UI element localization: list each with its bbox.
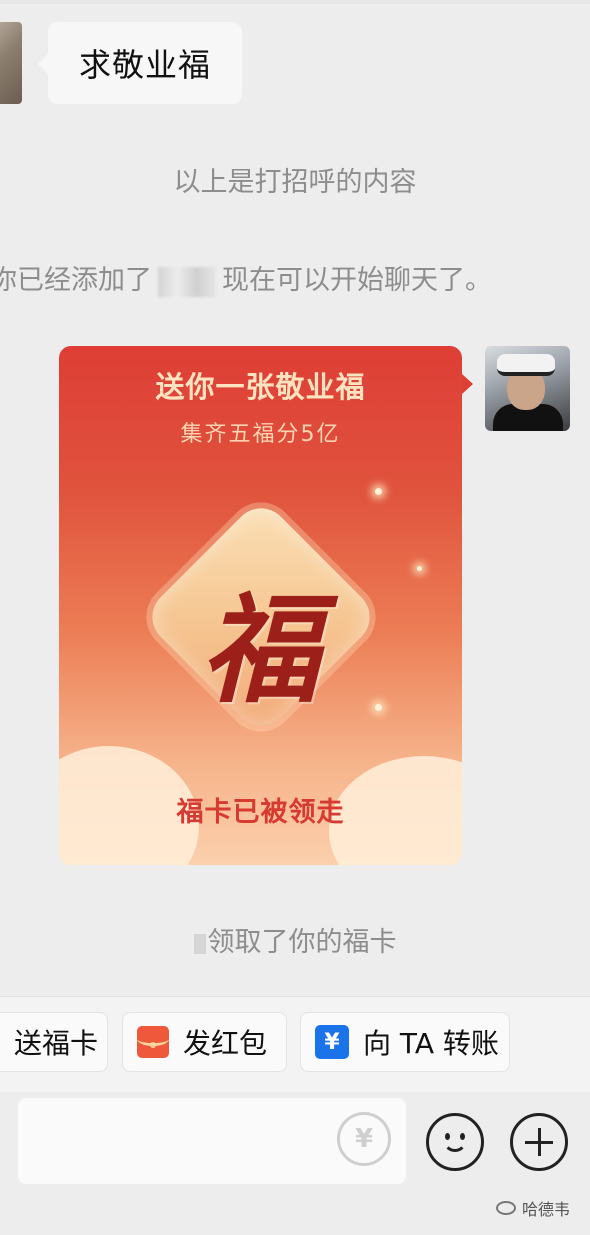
quick-action-bar: 送福卡 发红包 ¥ 向 TA 转账 xyxy=(0,996,590,1092)
system-message-added: 你已经添加了 现在可以开始聊天了。 xyxy=(0,258,492,297)
fu-character: 福 xyxy=(201,580,320,719)
emoji-button[interactable] xyxy=(426,1113,484,1171)
red-packet-label: 发红包 xyxy=(183,1027,268,1060)
system-message-claimed: 领取了你的福卡 xyxy=(0,920,590,959)
sparkle-icon xyxy=(375,488,382,495)
fu-card-message[interactable]: 送你一张敬业福 集齐五福分5亿 福 福卡已被领走 xyxy=(59,346,462,865)
top-divider xyxy=(0,0,590,4)
transfer-button[interactable]: ¥ 向 TA 转账 xyxy=(300,1012,510,1072)
red-packet-button[interactable]: 发红包 xyxy=(122,1012,287,1072)
incoming-message-bubble[interactable]: 求敬业福 xyxy=(38,22,242,104)
card-subtitle: 集齐五福分5亿 xyxy=(180,422,341,447)
transfer-icon: ¥ xyxy=(315,1025,349,1059)
card-status: 福卡已被领走 xyxy=(176,797,345,828)
emoji-mouth-icon xyxy=(443,1138,467,1152)
contact-avatar[interactable] xyxy=(0,22,22,104)
system-message-claimed-text: 领取了你的福卡 xyxy=(207,927,397,958)
incoming-message-text: 求敬业福 xyxy=(78,46,211,84)
card-bubble-tail xyxy=(462,374,473,394)
watermark: 哈德韦 xyxy=(495,1196,570,1220)
send-fuka-button[interactable]: 送福卡 xyxy=(0,1012,108,1072)
card-title: 送你一张敬业福 xyxy=(155,370,366,404)
blurred-name xyxy=(193,933,206,954)
watermark-text: 哈德韦 xyxy=(521,1200,570,1219)
avatar-hat xyxy=(497,354,555,376)
blurred-contact-name xyxy=(158,266,216,297)
my-avatar[interactable] xyxy=(485,346,570,431)
yuan-transfer-icon[interactable]: ¥ xyxy=(337,1112,391,1166)
red-packet-icon xyxy=(137,1026,169,1058)
send-fuka-label: 送福卡 xyxy=(13,1027,98,1060)
wechat-logo-icon xyxy=(495,1201,516,1215)
transfer-label: 向 TA 转账 xyxy=(363,1027,499,1060)
more-plus-button[interactable] xyxy=(510,1113,568,1171)
system-message-added-prefix: 你已经添加了 xyxy=(0,265,152,296)
system-message-added-suffix: 现在可以开始聊天了。 xyxy=(222,265,492,296)
system-message-greeting: 以上是打招呼的内容 xyxy=(173,167,417,198)
